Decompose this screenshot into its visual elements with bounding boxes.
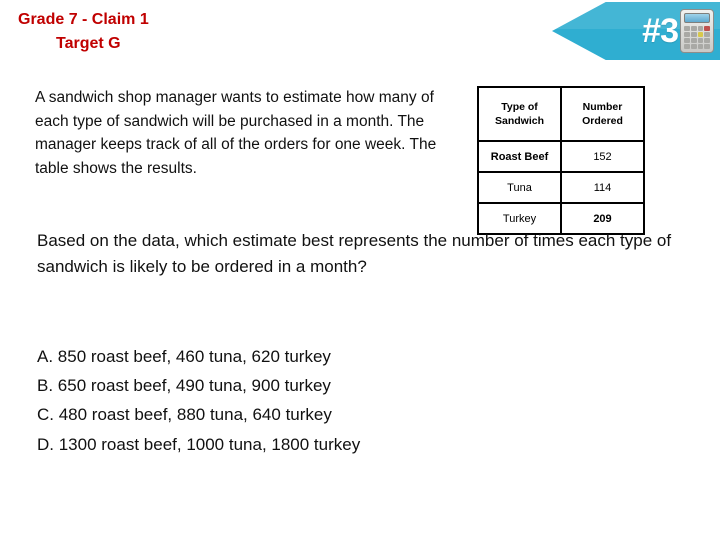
calculator-key bbox=[690, 32, 697, 37]
calculator-key bbox=[704, 26, 710, 31]
column-header-number-ordered: Number Ordered bbox=[560, 86, 645, 142]
calculator-key bbox=[704, 44, 710, 49]
calculator-key bbox=[684, 44, 690, 49]
answer-choices: A. 850 roast beef, 460 tuna, 620 turkey … bbox=[37, 342, 657, 459]
calculator-icon bbox=[680, 9, 714, 53]
question-number-banner: #3 bbox=[552, 2, 720, 60]
cell-number-ordered: 114 bbox=[560, 171, 645, 204]
calculator-key bbox=[690, 44, 697, 49]
sandwich-data-table-wrapper: Type of Sandwich Number Ordered Roast Be… bbox=[477, 86, 645, 235]
calculator-key bbox=[690, 38, 697, 43]
cell-number-ordered: 152 bbox=[560, 140, 645, 173]
table-header-row: Type of Sandwich Number Ordered bbox=[477, 86, 645, 142]
calculator-key bbox=[697, 26, 704, 31]
calculator-key bbox=[690, 26, 697, 31]
calculator-key bbox=[704, 32, 710, 37]
table-head: Type of Sandwich Number Ordered bbox=[477, 86, 645, 142]
question-prompt: Based on the data, which estimate best r… bbox=[37, 231, 672, 277]
stem-paragraph: A sandwich shop manager wants to estimat… bbox=[35, 89, 437, 177]
table-row: Roast Beef 152 bbox=[477, 140, 645, 173]
cell-sandwich-type: Roast Beef bbox=[477, 140, 562, 173]
calculator-key bbox=[684, 26, 690, 31]
column-header-type-of-sandwich: Type of Sandwich bbox=[477, 86, 562, 142]
table-body: Roast Beef 152 Tuna 114 Turkey 209 bbox=[477, 140, 645, 235]
column-header-line-1: Type of bbox=[501, 100, 538, 113]
calculator-key bbox=[704, 38, 710, 43]
column-header-line-1: Number bbox=[582, 100, 623, 113]
calculator-key bbox=[697, 38, 704, 43]
answer-choice-a[interactable]: A. 850 roast beef, 460 tuna, 620 turkey bbox=[37, 342, 657, 371]
page-title-line-2: Target G bbox=[56, 35, 121, 52]
calculator-key bbox=[684, 38, 690, 43]
banner-number-label: #3 bbox=[642, 12, 679, 50]
cell-sandwich-type: Tuna bbox=[477, 171, 562, 204]
page-title-line-1: Grade 7 - Claim 1 bbox=[18, 11, 149, 28]
stem-row: A sandwich shop manager wants to estimat… bbox=[0, 86, 720, 235]
answer-choice-d[interactable]: D. 1300 roast beef, 1000 tuna, 1800 turk… bbox=[37, 430, 657, 459]
column-header-line-2: Ordered bbox=[582, 115, 623, 127]
calculator-screen bbox=[684, 13, 710, 23]
column-header-line-2: Sandwich bbox=[494, 115, 544, 127]
answer-choice-b[interactable]: B. 650 roast beef, 490 tuna, 900 turkey bbox=[37, 371, 657, 400]
calculator-keys bbox=[684, 26, 710, 49]
calculator-key bbox=[684, 32, 690, 37]
calculator-key bbox=[697, 44, 704, 49]
page-title: Grade 7 - Claim 1 Target G bbox=[18, 8, 149, 56]
table-row: Tuna 114 bbox=[477, 171, 645, 204]
sandwich-data-table: Type of Sandwich Number Ordered Roast Be… bbox=[477, 86, 645, 235]
answer-choice-c[interactable]: C. 480 roast beef, 880 tuna, 640 turkey bbox=[37, 400, 657, 429]
calculator-key bbox=[697, 32, 704, 37]
